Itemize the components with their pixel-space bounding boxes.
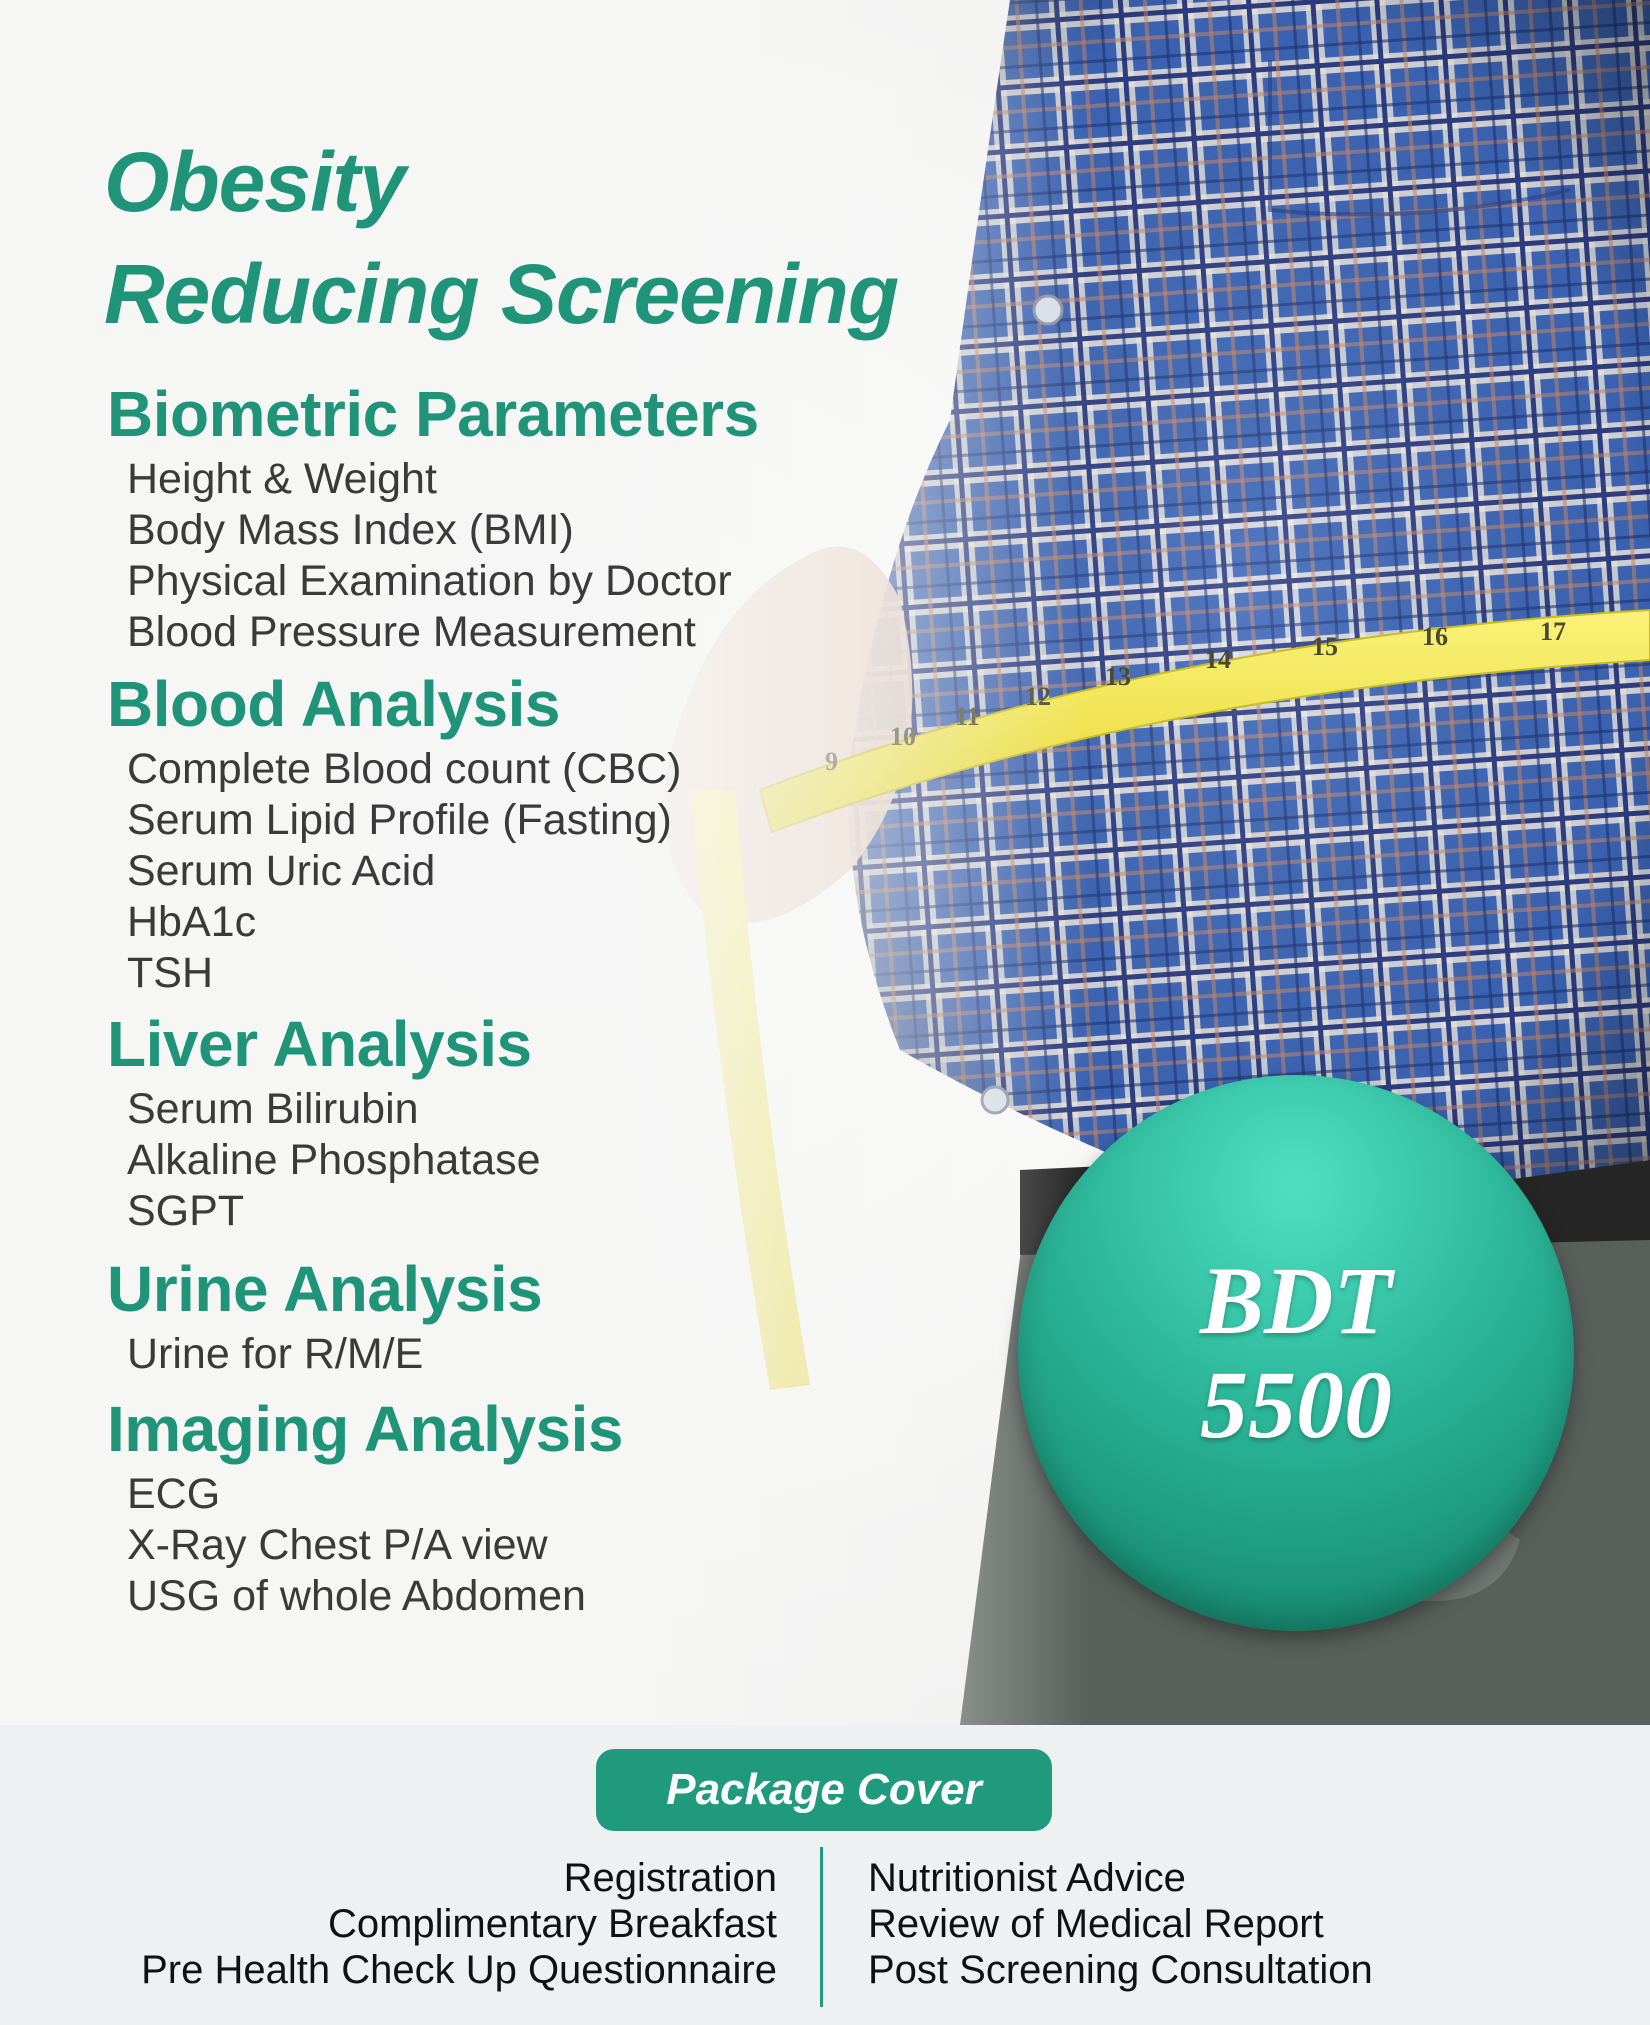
list-item: Post Screening Consultation (868, 1948, 1373, 1992)
section-biometric: Biometric Parameters Height & Weight Bod… (107, 382, 759, 658)
section-imaging: Imaging Analysis ECG X-Ray Chest P/A vie… (107, 1393, 624, 1622)
list-item: Body Mass Index (BMI) (127, 506, 574, 554)
section-heading: Liver Analysis (107, 1008, 532, 1080)
package-cover-label: Package Cover (596, 1749, 1052, 1831)
package-cover-left-list: Registration Complimentary Breakfast Pre… (141, 1855, 777, 1993)
price-badge: BDT 5500 (1018, 1075, 1574, 1631)
section-blood: Blood Analysis Complete Blood count (CBC… (107, 672, 681, 999)
list-item: ECG (127, 1470, 221, 1518)
section-liver: Liver Analysis Serum Bilirubin Alkaline … (107, 1012, 541, 1237)
section-heading: Imaging Analysis (107, 1393, 624, 1465)
svg-text:10: 10 (890, 722, 916, 751)
svg-text:9: 9 (825, 747, 838, 776)
list-item: USG of whole Abdomen (127, 1572, 586, 1620)
price-amount: 5500 (1200, 1351, 1392, 1458)
list-item: Height & Weight (127, 455, 437, 503)
list-item: Pre Health Check Up Questionnaire (141, 1948, 777, 1992)
section-heading: Urine Analysis (107, 1253, 543, 1325)
section-urine: Urine Analysis Urine for R/M/E (107, 1253, 543, 1380)
svg-text:14: 14 (1205, 645, 1231, 674)
list-item: Complimentary Breakfast (327, 1902, 777, 1946)
list-item: X-Ray Chest P/A view (127, 1521, 548, 1569)
poster: 9 10 11 12 13 14 15 16 17 Obesity Reduci… (0, 0, 1650, 1725)
list-item: Nutritionist Advice (868, 1856, 1186, 1900)
list-item: Alkaline Phosphatase (127, 1136, 541, 1184)
package-cover-footer: Package Cover Registration Complimentary… (0, 1725, 1650, 2025)
list-item: Physical Examination by Doctor (127, 557, 732, 605)
title-line-1: Obesity (104, 135, 406, 229)
section-heading: Biometric Parameters (107, 378, 759, 450)
list-item: Blood Pressure Measurement (127, 608, 696, 656)
list-item: Serum Bilirubin (127, 1085, 419, 1133)
list-item: Serum Uric Acid (127, 847, 436, 895)
column-divider (820, 1847, 823, 2007)
list-item: HbA1c (127, 898, 257, 946)
list-item: Urine for R/M/E (127, 1330, 424, 1378)
svg-text:11: 11 (955, 702, 980, 731)
list-item: SGPT (127, 1187, 245, 1235)
list-item: Review of Medical Report (868, 1902, 1324, 1946)
svg-text:16: 16 (1422, 622, 1448, 651)
svg-text:17: 17 (1540, 617, 1566, 646)
title-line-2: Reducing Screening (104, 247, 899, 341)
svg-text:15: 15 (1312, 632, 1338, 661)
svg-text:12: 12 (1025, 682, 1051, 711)
list-item: Registration (563, 1856, 777, 1900)
price-currency: BDT (1200, 1247, 1392, 1354)
list-item: TSH (127, 949, 213, 997)
list-item: Complete Blood count (CBC) (127, 745, 682, 793)
package-cover-right-list: Nutritionist Advice Review of Medical Re… (868, 1855, 1373, 1993)
list-item: Serum Lipid Profile (Fasting) (127, 796, 672, 844)
section-heading: Blood Analysis (107, 668, 560, 740)
svg-text:13: 13 (1105, 662, 1131, 691)
